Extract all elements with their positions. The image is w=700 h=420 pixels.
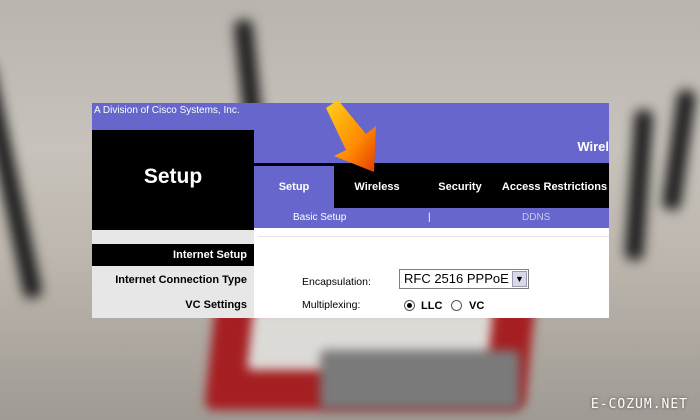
encapsulation-select[interactable]: RFC 2516 PPPoE ▼ <box>399 269 529 289</box>
band-title: Wirel <box>577 139 609 154</box>
radio-vc-label: VC <box>469 300 485 312</box>
sidebar-header-internet-setup: Internet Setup <box>92 244 254 266</box>
tab-security[interactable]: Security <box>420 166 500 208</box>
sidebar-header-label: Internet Setup <box>173 249 247 261</box>
radio-vc[interactable] <box>451 300 462 311</box>
tab-access-restrictions[interactable]: Access Restrictions <box>500 166 609 208</box>
orange-arrow-icon <box>326 100 376 172</box>
encapsulation-label: Encapsulation: <box>302 276 371 288</box>
encapsulation-value: RFC 2516 PPPoE <box>404 271 509 286</box>
header-band <box>254 130 609 163</box>
sidebar-item-vc-settings: VC Settings <box>185 299 247 311</box>
subnav-separator: | <box>428 212 431 223</box>
radio-llc-label: LLC <box>421 300 443 312</box>
router-base <box>320 350 520 410</box>
subnav-ddns[interactable]: DDNS <box>522 208 550 228</box>
radio-llc[interactable] <box>404 300 415 311</box>
sidebar-item-internet-connection-type: Internet Connection Type <box>115 274 247 286</box>
subnav-basic-setup[interactable]: Basic Setup <box>293 208 346 228</box>
multiplexing-label: Multiplexing: <box>302 299 361 311</box>
page-title: Setup <box>143 165 203 188</box>
watermark: E-COZUM.NET <box>590 397 688 412</box>
chevron-down-icon[interactable]: ▼ <box>512 271 527 287</box>
division-text: A Division of Cisco Systems, Inc. <box>94 105 240 116</box>
